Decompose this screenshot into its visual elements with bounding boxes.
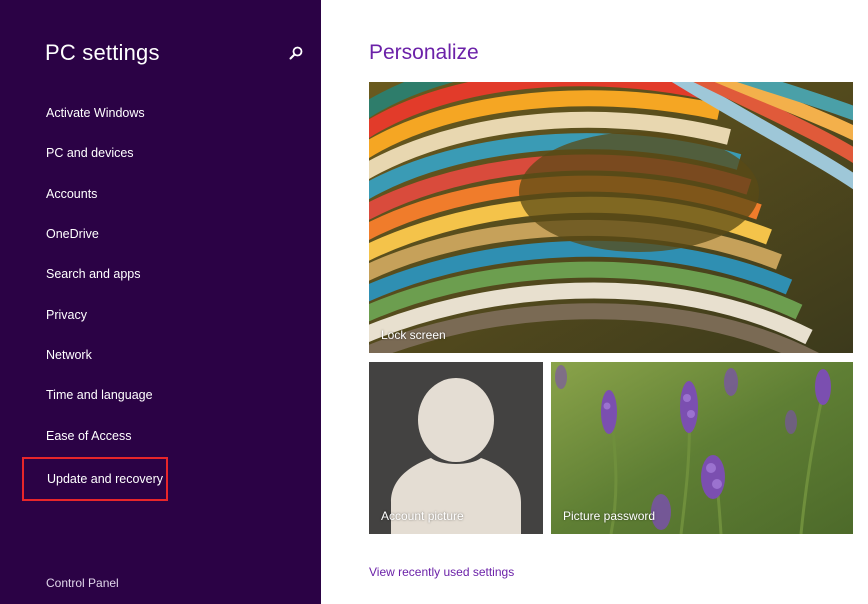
sidebar-item-search-and-apps[interactable]: Search and apps bbox=[46, 254, 141, 294]
sidebar-item-time-and-language[interactable]: Time and language bbox=[46, 375, 153, 415]
sidebar-item-ease-of-access[interactable]: Ease of Access bbox=[46, 416, 131, 456]
view-recent-settings-link[interactable]: View recently used settings bbox=[369, 565, 514, 579]
picture-password-label: Picture password bbox=[563, 509, 656, 523]
page-title: Personalize bbox=[369, 41, 479, 64]
lock-screen-label: Lock screen bbox=[381, 328, 446, 342]
picture-password-tile[interactable]: Picture password bbox=[551, 362, 853, 534]
account-picture-tile[interactable]: Account picture bbox=[369, 362, 543, 534]
sidebar-title: PC settings bbox=[45, 40, 160, 65]
sidebar-item-network[interactable]: Network bbox=[46, 335, 92, 375]
sidebar-item-pc-and-devices[interactable]: PC and devices bbox=[46, 133, 134, 173]
sidebar-item-privacy[interactable]: Privacy bbox=[46, 295, 87, 335]
sidebar-item-onedrive[interactable]: OneDrive bbox=[46, 214, 99, 254]
sidebar: PC settings Activate Windows PC and devi… bbox=[0, 0, 321, 604]
account-picture-label: Account picture bbox=[381, 509, 464, 523]
search-icon bbox=[289, 46, 303, 60]
sidebar-item-update-and-recovery[interactable]: Update and recovery bbox=[22, 457, 168, 501]
control-panel-link[interactable]: Control Panel bbox=[46, 576, 119, 590]
search-button[interactable] bbox=[286, 44, 306, 64]
main-content: Personalize Lock screen Account picture … bbox=[321, 0, 868, 604]
sidebar-item-activate-windows[interactable]: Activate Windows bbox=[46, 93, 145, 133]
lock-screen-tile[interactable]: Lock screen bbox=[369, 82, 853, 353]
lock-screen-image bbox=[369, 82, 853, 353]
sidebar-item-accounts[interactable]: Accounts bbox=[46, 174, 97, 214]
